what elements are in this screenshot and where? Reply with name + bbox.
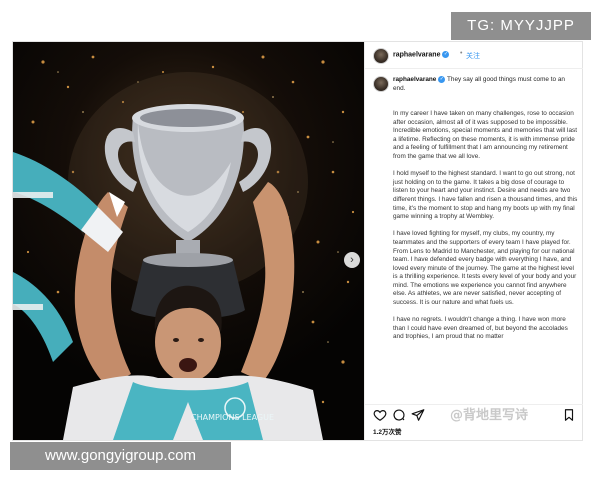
caption-verified-badge-icon: ✓ <box>438 76 446 83</box>
follow-button[interactable]: 关注 <box>466 51 480 61</box>
likes-count[interactable]: 1.2万次赞 <box>373 426 402 436</box>
post-side-panel: raphaelvarane ✓ • 关注 raphaelvarane ✓ They … <box>364 42 583 440</box>
header-username[interactable]: raphaelvarane ✓ <box>393 51 450 58</box>
comment-icon[interactable] <box>392 408 406 422</box>
instagram-post: CHAMPIONS LEAGUE › raphaelvarane ✓ • 关注 r… <box>12 41 583 441</box>
carousel-next-arrow[interactable]: › <box>344 252 360 268</box>
caption-username[interactable]: raphaelvarane <box>393 76 436 83</box>
caption-intro: raphaelvarane ✓ They say all good things … <box>393 76 579 93</box>
footer-url-tag: www.gongyigroup.com <box>10 442 231 470</box>
corner-tag: TG: MYYJJPP <box>451 12 591 40</box>
post-header: raphaelvarane ✓ • 关注 <box>365 42 583 69</box>
heart-icon[interactable] <box>373 408 387 422</box>
post-photo[interactable]: CHAMPIONS LEAGUE › <box>13 42 364 440</box>
caption-paragraph: In my career I have taken on many challe… <box>393 110 577 160</box>
caption-paragraph: I have no regrets. I wouldn't change a t… <box>393 316 568 341</box>
caption-paragraph: I hold myself to the highest standard. I… <box>393 170 578 221</box>
caption-avatar[interactable] <box>373 76 389 92</box>
avatar[interactable] <box>373 48 389 64</box>
caption-paragraph: I have loved fighting for myself, my clu… <box>393 230 577 307</box>
verified-badge-icon: ✓ <box>442 51 450 58</box>
post-caption: raphaelvarane ✓ They say all good things … <box>365 68 583 404</box>
caption-body: In my career I have taken on many challe… <box>393 110 579 351</box>
post-image: CHAMPIONS LEAGUE <box>13 55 355 440</box>
header-username-text[interactable]: raphaelvarane <box>393 51 440 58</box>
watermark-text: @背地里写诗 <box>450 408 529 423</box>
bookmark-icon[interactable] <box>562 408 576 422</box>
header-separator: • <box>460 50 463 57</box>
share-icon[interactable] <box>411 408 425 422</box>
